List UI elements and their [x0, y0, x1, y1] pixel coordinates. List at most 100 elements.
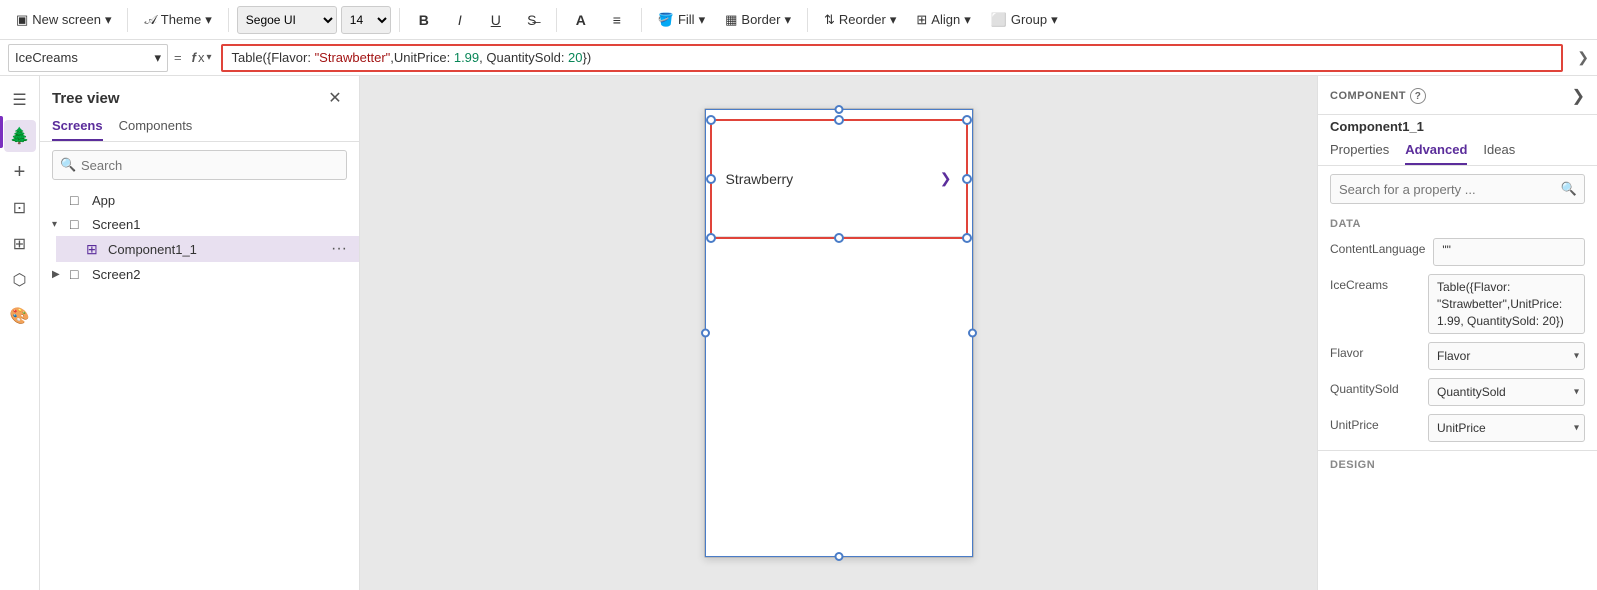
- screen2-icon: □: [70, 266, 88, 282]
- variables-icon: ⬡: [13, 270, 27, 290]
- flavor-select[interactable]: Flavor: [1428, 342, 1585, 370]
- tree-item-component1[interactable]: ⊞ Component1_1 ···: [56, 236, 359, 262]
- theme-button[interactable]: 𝒜 Theme ▾: [136, 8, 219, 32]
- unit-price-select[interactable]: UnitPrice: [1428, 414, 1585, 442]
- handle-br[interactable]: [962, 233, 972, 243]
- phone-handle-ml[interactable]: [701, 329, 710, 338]
- help-icon[interactable]: ?: [1410, 88, 1426, 104]
- handle-bc[interactable]: [834, 233, 844, 243]
- font-family-select[interactable]: Segoe UI: [237, 6, 337, 34]
- quantity-sold-label: QuantitySold: [1330, 378, 1420, 396]
- tree-item-app[interactable]: □ App: [40, 188, 359, 212]
- right-panel: COMPONENT ? ❯ Component1_1 Properties Ad…: [1317, 76, 1597, 590]
- formula-dropdown[interactable]: IceCreams ▾: [8, 44, 168, 72]
- tab-screens[interactable]: Screens: [52, 118, 103, 141]
- tab-properties[interactable]: Properties: [1330, 142, 1389, 165]
- right-panel-expand-icon[interactable]: ❯: [1572, 86, 1585, 106]
- menu-icon: ☰: [12, 90, 26, 110]
- variables-button[interactable]: ⬡: [4, 264, 36, 296]
- phone-handle-mr[interactable]: [968, 329, 977, 338]
- font-color-icon: A: [576, 12, 586, 28]
- formula-dropdown-chevron-icon: ▾: [154, 50, 161, 66]
- tree-tabs: Screens Components: [40, 118, 359, 142]
- tab-advanced[interactable]: Advanced: [1405, 142, 1467, 165]
- reorder-chevron-icon: ▾: [890, 12, 897, 28]
- component-label-text: COMPONENT: [1330, 90, 1406, 102]
- new-screen-button[interactable]: ▣ New screen ▾: [8, 8, 119, 32]
- tree-search-icon: 🔍: [60, 157, 76, 173]
- data-section-label: DATA: [1318, 214, 1597, 234]
- prop-flavor: Flavor Flavor ▾: [1318, 338, 1597, 374]
- tab-components[interactable]: Components: [119, 118, 193, 141]
- handle-tl[interactable]: [706, 115, 716, 125]
- phone-handle-bc[interactable]: [834, 552, 843, 561]
- media-button[interactable]: 🎨: [4, 300, 36, 332]
- underline-icon: U: [491, 12, 501, 28]
- phone-handle-tc[interactable]: [834, 105, 843, 114]
- font-size-select[interactable]: 14: [341, 6, 391, 34]
- handle-tr[interactable]: [962, 115, 972, 125]
- italic-icon: I: [458, 12, 462, 28]
- align-btn[interactable]: ⊞ Align ▾: [908, 8, 978, 32]
- ice-creams-value[interactable]: Table({Flavor: "Strawbetter",UnitPrice: …: [1428, 274, 1585, 334]
- unit-price-select-wrap: UnitPrice ▾: [1428, 414, 1585, 442]
- tree-search-input[interactable]: [52, 150, 347, 180]
- screen1-label: Screen1: [92, 217, 347, 232]
- data-button[interactable]: ⊞: [4, 228, 36, 260]
- unit-price-label: UnitPrice: [1330, 414, 1420, 432]
- align-button[interactable]: ≡: [601, 4, 633, 36]
- formula-fx-button[interactable]: f x ▾: [188, 48, 216, 67]
- handle-bl[interactable]: [706, 233, 716, 243]
- left-icon-bar: ☰ 🌲 + ⊡ ⊞ ⬡ 🎨: [0, 76, 40, 590]
- italic-button[interactable]: I: [444, 4, 476, 36]
- formula-input[interactable]: Table({Flavor: "Strawbetter",UnitPrice: …: [221, 44, 1563, 72]
- toolbar: ▣ New screen ▾ 𝒜 Theme ▾ Segoe UI 14 B I…: [0, 0, 1597, 40]
- media-icon: 🎨: [10, 306, 30, 326]
- tree-view-icon: 🌲: [10, 126, 30, 146]
- search-property: 🔍: [1330, 174, 1585, 204]
- group-chevron-icon: ▾: [1051, 12, 1058, 28]
- tree-panel: Tree view ✕ Screens Components 🔍 □ App ▾…: [40, 76, 360, 590]
- tree-item-screen2[interactable]: ▶ □ Screen2: [40, 262, 359, 286]
- tree-view-button[interactable]: 🌲: [4, 120, 36, 152]
- search-property-input[interactable]: [1330, 174, 1585, 204]
- phone-frame[interactable]: Strawberry ❯: [704, 108, 974, 558]
- quantity-sold-select-wrap: QuantitySold ▾: [1428, 378, 1585, 406]
- group-icon: ⬜: [991, 12, 1007, 28]
- formula-expand-icon[interactable]: ❯: [1577, 49, 1589, 66]
- tree-item-screen1[interactable]: ▾ □ Screen1: [40, 212, 359, 236]
- tab-ideas[interactable]: Ideas: [1483, 142, 1515, 165]
- separator-3: [399, 8, 400, 32]
- reorder-button[interactable]: ⇅ Reorder ▾: [816, 8, 904, 32]
- add-button[interactable]: +: [4, 156, 36, 188]
- handle-tc[interactable]: [834, 115, 844, 125]
- new-screen-label: New screen: [32, 12, 101, 27]
- handle-ml[interactable]: [706, 174, 716, 184]
- screen1-chevron-icon: ▾: [52, 219, 66, 230]
- data-icon: ⊞: [13, 234, 26, 254]
- screen2-chevron-icon: ▶: [52, 269, 66, 280]
- underline-button[interactable]: U: [480, 4, 512, 36]
- separator-1: [127, 8, 128, 32]
- search-property-icon: 🔍: [1561, 181, 1577, 197]
- component-name: Component1_1: [1318, 115, 1597, 142]
- theme-label: Theme: [161, 12, 201, 27]
- quantity-sold-select[interactable]: QuantitySold: [1428, 378, 1585, 406]
- component1-more-icon[interactable]: ···: [331, 240, 347, 258]
- strikethrough-button[interactable]: S̶: [516, 4, 548, 36]
- menu-button[interactable]: ☰: [4, 84, 36, 116]
- group-button[interactable]: ⬜ Group ▾: [983, 8, 1066, 32]
- bold-button[interactable]: B: [408, 4, 440, 36]
- border-button[interactable]: ▦ Border ▾: [717, 8, 799, 32]
- fill-button[interactable]: 🪣 Fill ▾: [650, 8, 713, 32]
- right-tabs: Properties Advanced Ideas: [1318, 142, 1597, 166]
- handle-mr[interactable]: [962, 174, 972, 184]
- content-language-value[interactable]: "": [1433, 238, 1585, 266]
- prop-content-language: ContentLanguage "": [1318, 234, 1597, 270]
- formula-fx-chevron-icon: ▾: [206, 52, 211, 63]
- tree-close-button[interactable]: ✕: [323, 86, 347, 110]
- font-color-button[interactable]: A: [565, 4, 597, 36]
- screens-button[interactable]: ⊡: [4, 192, 36, 224]
- gallery-item-text: Strawberry: [726, 171, 794, 187]
- gallery-item[interactable]: Strawberry ❯: [712, 121, 966, 237]
